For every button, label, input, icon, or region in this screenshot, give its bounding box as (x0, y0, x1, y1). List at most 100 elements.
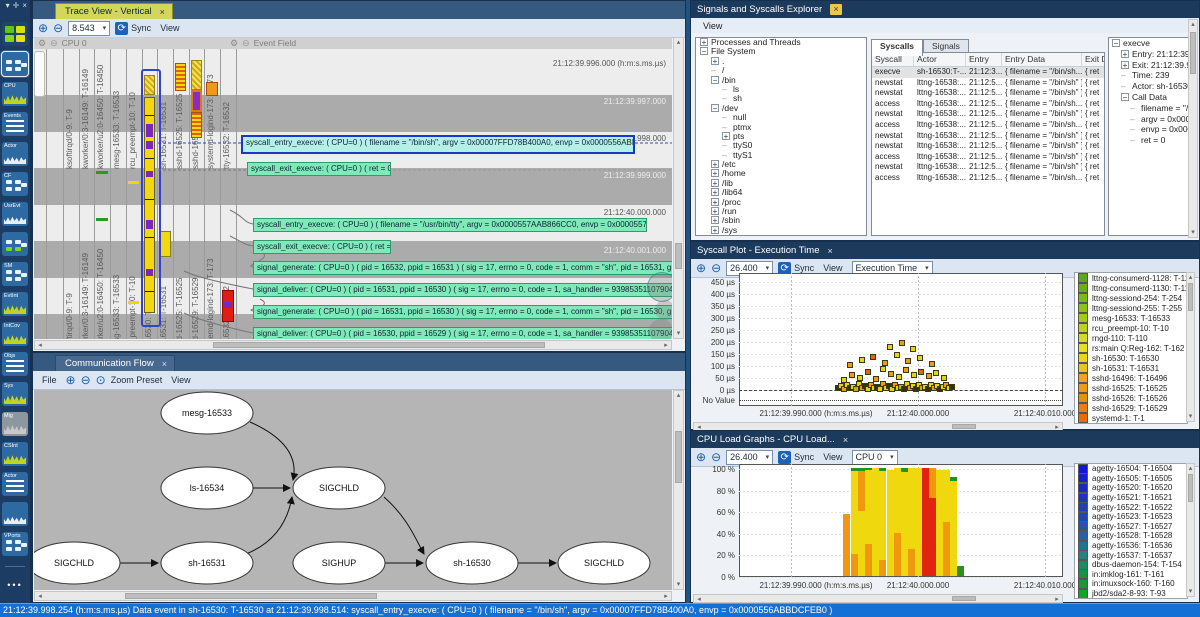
event-annotation[interactable]: signal_deliver: ( CPU=0 ) ( pid = 16530,… (253, 327, 672, 339)
data-point[interactable] (888, 371, 894, 377)
system-graph-icon[interactable]: Sys (2, 382, 28, 406)
table-row[interactable]: newstatlttng-16538:...21:12:5...{ filena… (872, 78, 1104, 89)
flow-node[interactable]: SIGCHLD (34, 542, 120, 584)
detail-item[interactable]: –argv = 0x00007 (1109, 114, 1189, 125)
execution-fragment[interactable] (191, 90, 203, 112)
load-bar[interactable] (943, 464, 950, 576)
user-events-icon[interactable]: UsrEvt (2, 202, 28, 226)
scrollbar-thumb[interactable] (1190, 32, 1196, 74)
legend-item[interactable]: rcu_preempt-10: T-10 (1075, 323, 1187, 333)
legend-item[interactable]: agetty-16505: T-16505 (1075, 474, 1187, 484)
tree-item[interactable]: –ptmx (696, 123, 866, 132)
table-row[interactable]: newstatlttng-16538:...21:12:5...{ filena… (872, 109, 1104, 120)
scrollbar-thumb[interactable] (952, 424, 976, 429)
tree-expander-icon[interactable]: − (711, 104, 719, 112)
data-point[interactable] (933, 370, 939, 376)
scroll-down-icon[interactable]: ▾ (1187, 412, 1194, 421)
event-annotation[interactable]: signal_generate: ( CPU=0 ) ( pid = 16532… (253, 261, 672, 275)
tree-expander-icon[interactable]: + (711, 57, 719, 65)
data-point[interactable] (903, 367, 909, 373)
data-point[interactable] (941, 375, 947, 381)
zoom-level-combo[interactable]: 8.543▾ (68, 21, 110, 36)
close-icon[interactable]: × (830, 4, 842, 15)
virtual-ports-icon[interactable]: VPorts (2, 532, 28, 556)
data-point[interactable] (918, 369, 924, 375)
comm-horizontal-scrollbar[interactable]: ◂ ▸ (34, 591, 672, 601)
tree-expander-icon[interactable]: + (711, 169, 719, 177)
event-field-column-header[interactable]: ⚙ ⊖ Event Field (230, 37, 296, 49)
scrollbar-thumb[interactable] (125, 593, 377, 599)
communication-flow-icon[interactable]: CF (2, 172, 28, 196)
legend-item[interactable]: sshd-16529: T-16529 (1075, 403, 1187, 413)
data-point[interactable] (847, 362, 853, 368)
event-intensity-icon[interactable]: EvtInt (2, 292, 28, 316)
scroll-down-icon[interactable]: ▾ (1187, 587, 1194, 596)
legend-item[interactable]: sh-16531: T-16531 (1075, 363, 1187, 373)
legend-item[interactable]: mesg-16533: T-16533 (1075, 313, 1187, 323)
zoom-preset-label[interactable]: Zoom Preset (111, 375, 163, 385)
data-point[interactable] (929, 361, 935, 367)
data-point[interactable] (949, 384, 955, 390)
data-point[interactable] (926, 373, 932, 379)
scroll-down-icon[interactable]: ▾ (1189, 228, 1197, 237)
legend-item[interactable]: lttng-sessiond-255: T-255 (1075, 303, 1187, 313)
legend-item[interactable]: lttng-consumerd-1130: T-1130 (1075, 283, 1187, 293)
event-annotation[interactable]: syscall_entry_execve: ( CPU=0 ) ( filena… (253, 218, 647, 232)
flow-node[interactable]: mesg-16533 (161, 392, 253, 434)
legend-item[interactable]: agetty-16521: T-16521 (1075, 493, 1187, 503)
menu-view[interactable]: View (819, 263, 846, 273)
selected-event-annotation[interactable]: syscall_entry_execve: ( CPU=0 ) ( filena… (241, 135, 635, 154)
comm-vertical-scrollbar[interactable]: ▴ ▾ (673, 390, 684, 590)
tree-expander-icon[interactable]: + (711, 160, 719, 168)
collapse-icon[interactable]: ⊖ (50, 38, 58, 49)
scroll-left-icon[interactable]: ◂ (694, 595, 704, 602)
objects-icon[interactable]: Objs (2, 352, 28, 376)
table-row[interactable]: newstatlttng-16538:...21:12:5...{ filena… (872, 141, 1104, 152)
execution-fragment[interactable] (206, 82, 218, 96)
flow-node[interactable]: SIGCHLD (558, 542, 650, 584)
scroll-left-icon[interactable]: ◂ (35, 592, 45, 600)
close-icon[interactable]: × (828, 246, 833, 256)
flow-node[interactable]: SIGHUP (293, 542, 385, 584)
close-icon[interactable]: × (160, 7, 165, 17)
zoom-out-icon[interactable]: ⊖ (81, 374, 91, 386)
cpu-column-header[interactable]: ⚙ ⊖ CPU 0 (38, 37, 87, 49)
legend-item[interactable]: in:imuxsock-160: T-160 (1075, 579, 1187, 589)
zoom-in-icon[interactable]: ⊕ (38, 22, 48, 34)
zoom-in-icon[interactable]: ⊕ (696, 262, 706, 274)
detail-item[interactable]: –Time: 239 (1109, 70, 1189, 81)
legend-scrollbar[interactable]: ▴▾ (1186, 463, 1195, 597)
legend-scrollbar[interactable]: ▴▾ (1186, 272, 1195, 422)
zoom-level-combo[interactable]: 26.400▾ (726, 450, 773, 465)
legend-item[interactable]: sshd-16526: T-16526 (1075, 393, 1187, 403)
event-tick[interactable] (128, 301, 140, 304)
tree-expander-icon[interactable]: + (711, 226, 719, 234)
legend-item[interactable]: sshd-16525: T-16525 (1075, 383, 1187, 393)
scrollbar-thumb[interactable] (675, 431, 682, 483)
load-bar[interactable] (936, 464, 943, 576)
tree-expander-icon[interactable]: − (711, 76, 719, 84)
data-point[interactable] (910, 346, 916, 352)
column-header-exitd[interactable]: Exit D (1082, 53, 1105, 66)
tab-communication-flow[interactable]: Communication Flow × (55, 355, 175, 371)
menu-view[interactable]: View (819, 452, 846, 462)
scroll-right-icon[interactable]: ▸ (661, 341, 671, 349)
table-row[interactable]: newstatlttng-16538:...21:12:5...{ filena… (872, 88, 1104, 99)
load-bar[interactable] (901, 464, 908, 576)
data-point[interactable] (887, 344, 893, 350)
sync-button[interactable]: ⟳Sync (778, 451, 814, 464)
menu-file[interactable]: File (38, 375, 61, 385)
waveform-icon[interactable] (2, 502, 28, 526)
data-point[interactable] (894, 352, 900, 358)
scrollbar-thumb[interactable] (1188, 474, 1193, 502)
chart-horizontal-scrollbar[interactable]: ◂▸ (693, 594, 1063, 603)
scroll-up-icon[interactable]: ▴ (1189, 20, 1197, 29)
column-header-entrydata[interactable]: Entry Data (1002, 53, 1082, 66)
data-point[interactable] (849, 372, 855, 378)
load-bar[interactable] (950, 464, 957, 576)
table-row[interactable]: execvesh-16530:T-...21:12:3...{ filename… (872, 67, 1104, 78)
lane-mini-scrollbar[interactable] (34, 51, 45, 97)
tree-expander-icon[interactable]: + (711, 198, 719, 206)
scroll-down-icon[interactable]: ▾ (674, 329, 683, 338)
legend-item[interactable]: agetty-16536: T-16536 (1075, 541, 1187, 551)
